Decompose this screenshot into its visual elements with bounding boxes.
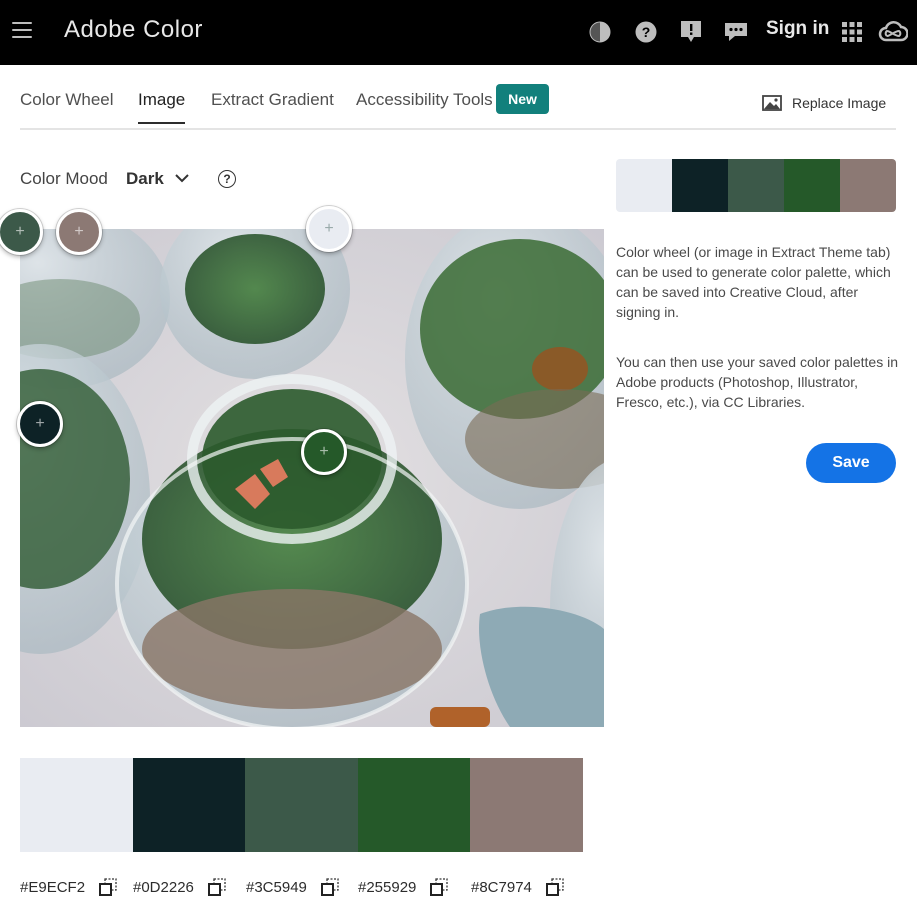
hex-code[interactable]: #8C7974 [471,879,532,896]
tab-extract-gradient[interactable]: Extract Gradient [211,90,334,122]
tab-image[interactable]: Image [138,90,186,124]
app-title[interactable]: Adobe Color [64,16,203,44]
save-button[interactable]: Save [806,443,896,483]
copy-icon[interactable] [99,878,117,896]
apps-grid-icon[interactable] [840,20,864,44]
hex-code[interactable]: #0D2226 [133,879,194,896]
tab-color-wheel[interactable]: Color Wheel [20,90,114,122]
hex-code[interactable]: #3C5949 [246,879,307,896]
hex-code[interactable]: #255929 [358,879,416,896]
color-picker-marker[interactable]: + [306,206,352,252]
menu-icon[interactable] [12,22,32,38]
palette-swatch[interactable] [20,758,133,852]
sign-in-link[interactable]: Sign in [766,18,829,40]
replace-image-button[interactable]: Replace Image [762,95,886,111]
copy-icon[interactable] [320,878,339,896]
palette-preview-swatch [672,159,728,212]
palette-preview-swatch [784,159,840,212]
source-image [20,229,604,727]
color-mood-help-icon[interactable]: ? [218,170,236,188]
description-paragraph-2: You can then use your saved color palett… [616,354,899,410]
palette-swatch[interactable] [245,758,358,852]
color-picker-marker[interactable]: + [56,209,102,255]
tab-bar: Color Wheel Image Extract Gradient Acces… [20,68,896,130]
hex-code[interactable]: #E9ECF2 [20,879,85,896]
palette-swatch[interactable] [132,758,246,852]
image-icon [762,95,782,111]
creative-cloud-icon[interactable] [878,20,908,44]
palette-preview-swatch [616,159,672,212]
chevron-down-icon[interactable] [174,170,190,186]
top-bar: Adobe Color ? Sign in [0,0,917,65]
color-mood-select[interactable]: Dark [126,169,164,189]
hex-code-row: #E9ECF2 #0D2226 #3C5949 #255929 #8C7974 [20,878,600,902]
color-palette [20,758,583,852]
dark-mode-icon[interactable] [588,20,612,44]
new-badge: New [496,84,549,114]
color-picker-marker[interactable]: + [301,429,347,475]
copy-icon[interactable] [430,878,449,896]
copy-icon[interactable] [207,878,226,896]
palette-swatch[interactable] [357,758,471,852]
palette-preview-swatch [840,159,896,212]
palette-preview [616,159,896,212]
tab-accessibility-tools[interactable]: Accessibility Tools [356,90,493,122]
chat-icon[interactable] [724,20,748,44]
palette-swatch[interactable] [470,758,583,852]
feedback-icon[interactable] [679,20,703,44]
color-mood-label: Color Mood [20,169,108,188]
replace-image-label: Replace Image [792,95,887,111]
svg-text:?: ? [642,24,651,40]
color-picker-marker[interactable]: + [17,401,63,447]
help-icon[interactable]: ? [634,20,658,44]
description-paragraph-1: Color wheel (or image in Extract Theme t… [616,244,891,320]
palette-preview-swatch [728,159,784,212]
copy-icon[interactable] [545,878,564,896]
